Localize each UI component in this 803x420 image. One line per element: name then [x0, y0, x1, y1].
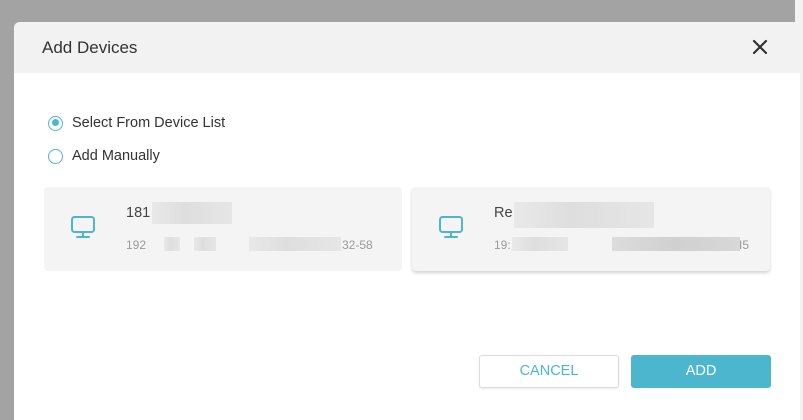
- cancel-button[interactable]: CANCEL: [479, 355, 619, 388]
- redacted-block: [512, 237, 568, 251]
- dialog-header: Add Devices: [14, 22, 800, 73]
- device-name: 181: [126, 205, 151, 221]
- radio-select-from-device-list[interactable]: Select From Device List: [48, 115, 225, 131]
- monitor-icon: [70, 214, 96, 240]
- redacted-block: [194, 237, 216, 251]
- device-mac: 192: [126, 238, 147, 252]
- add-devices-dialog: Add Devices Select From Device List Add …: [14, 22, 800, 420]
- device-name: Re: [494, 205, 513, 221]
- device-card[interactable]: 181 192 32-58: [44, 187, 402, 271]
- radio-button-unchecked[interactable]: [48, 148, 63, 164]
- redacted-block: [249, 237, 341, 251]
- radio-label: Select From Device List: [72, 115, 226, 131]
- monitor-icon: [438, 214, 464, 240]
- device-mac-tail: I5: [739, 238, 750, 252]
- dialog-title: Add Devices: [42, 38, 138, 57]
- close-icon[interactable]: [750, 37, 770, 57]
- redacted-block: [612, 237, 740, 251]
- add-button[interactable]: ADD: [631, 355, 771, 388]
- device-mac-tail: 32-58: [342, 238, 373, 252]
- radio-label: Add Manually: [72, 148, 160, 164]
- device-mac: 19:: [494, 238, 511, 252]
- redacted-block: [164, 237, 180, 251]
- device-card[interactable]: Re 19: I5: [412, 187, 770, 271]
- redacted-block: [152, 202, 232, 224]
- radio-button-checked[interactable]: [48, 115, 63, 131]
- redacted-block: [514, 202, 654, 228]
- radio-add-manually[interactable]: Add Manually: [48, 148, 160, 164]
